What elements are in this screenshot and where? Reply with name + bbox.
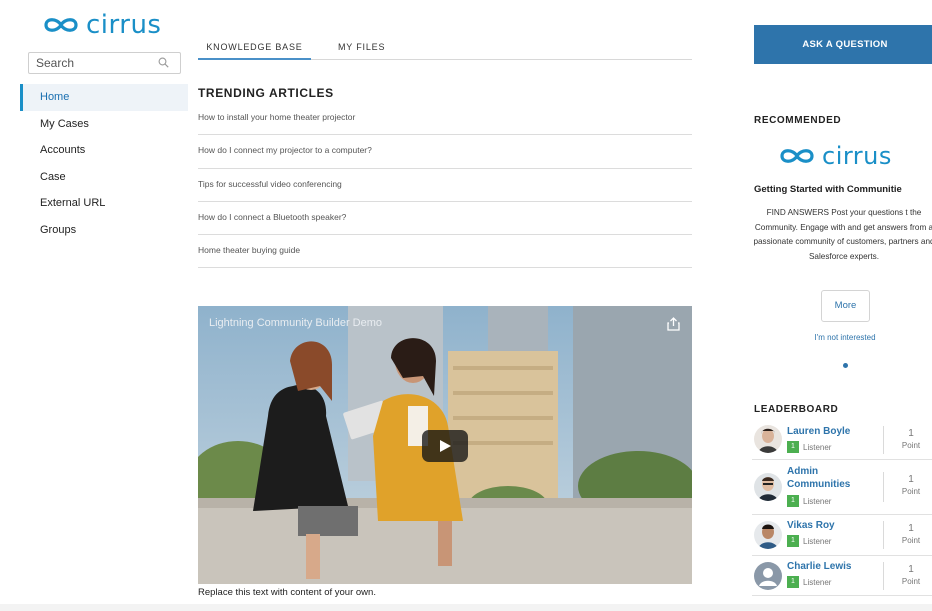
play-button[interactable] — [422, 430, 468, 462]
rank-label: Listener — [803, 496, 832, 506]
sidebar-nav: Home My Cases Accounts Case External URL… — [20, 84, 188, 244]
rank-level: 1 — [787, 535, 799, 547]
points: 1 Point — [888, 428, 932, 451]
article-link[interactable]: Home theater buying guide — [198, 235, 692, 269]
rank-level: 1 — [787, 576, 799, 588]
leaderboard-entry: Admin Communities 1 Listener 1 Point — [752, 460, 932, 515]
leaderboard-entry: Charlie Lewis 1 Listener 1 Point — [752, 556, 932, 596]
article-link[interactable]: Tips for successful video conferencing — [198, 169, 692, 202]
play-icon — [440, 440, 451, 452]
divider — [883, 562, 884, 590]
carousel-dot[interactable] — [843, 363, 848, 368]
avatar[interactable] — [754, 473, 782, 501]
points-value: 1 — [908, 564, 914, 575]
trending-articles-list: How to install your home theater project… — [198, 102, 692, 269]
sidebar-item-my-cases[interactable]: My Cases — [20, 111, 188, 138]
video-player[interactable]: Lightning Community Builder Demo — [198, 306, 692, 584]
leaderboard-entry: Vikas Roy 1 Listener 1 Point — [752, 515, 932, 556]
points-label: Point — [901, 536, 921, 545]
tab-knowledge-base[interactable]: KNOWLEDGE BASE — [198, 36, 311, 60]
sidebar-item-case[interactable]: Case — [20, 164, 188, 191]
points: 1 Point — [888, 564, 932, 587]
page-footer-strip — [0, 604, 932, 611]
not-interested-link[interactable]: I'm not interested — [754, 333, 932, 342]
logo-text: cirrus — [86, 10, 162, 40]
leaderboard-title: LEADERBOARD — [754, 404, 839, 415]
points-label: Point — [901, 487, 921, 496]
rank-label: Listener — [803, 536, 832, 546]
recommended-title: RECOMMENDED — [754, 115, 842, 126]
search-icon[interactable] — [158, 57, 169, 68]
article-link[interactable]: How to install your home theater project… — [198, 102, 692, 136]
sidebar-item-external-url[interactable]: External URL — [20, 190, 188, 217]
sidebar-item-groups[interactable]: Groups — [20, 217, 188, 244]
video-caption: Replace this text with content of your o… — [198, 587, 376, 598]
points: 1 Point — [888, 474, 932, 497]
rank-label: Listener — [803, 442, 832, 452]
divider — [883, 426, 884, 454]
leaderboard-user-name[interactable]: Lauren Boyle — [787, 425, 875, 438]
rank-level: 1 — [787, 441, 799, 453]
avatar[interactable] — [754, 521, 782, 549]
recommended-body: FIND ANSWERS Post your questions t the C… — [753, 208, 932, 261]
search-box[interactable] — [28, 52, 181, 74]
leaderboard-list: Lauren Boyle 1 Listener 1 Point Admin Co… — [752, 420, 932, 596]
avatar[interactable] — [754, 425, 782, 453]
leaderboard-user-name[interactable]: Charlie Lewis — [787, 560, 875, 573]
divider — [883, 472, 884, 502]
points-value: 1 — [908, 523, 914, 534]
points-label: Point — [901, 577, 921, 586]
points-label: Point — [901, 441, 921, 450]
trending-articles-title: TRENDING ARTICLES — [198, 86, 334, 100]
sidebar-item-accounts[interactable]: Accounts — [20, 137, 188, 164]
content-tabs: KNOWLEDGE BASE MY FILES — [198, 36, 692, 60]
divider — [883, 521, 884, 549]
search-input[interactable] — [29, 53, 149, 73]
rank-badge: 1 Listener — [787, 535, 831, 547]
cirrus-logo-icon — [44, 18, 78, 32]
recommended-heading: Getting Started with Communitie — [754, 184, 902, 195]
article-link[interactable]: How do I connect a Bluetooth speaker? — [198, 202, 692, 236]
default-user-icon — [759, 568, 777, 586]
recommended-logo-text: cirrus — [822, 142, 892, 170]
rank-level: 1 — [787, 495, 799, 507]
share-icon[interactable] — [667, 317, 680, 331]
rank-badge: 1 Listener — [787, 576, 831, 588]
avatar[interactable] — [754, 562, 782, 590]
cirrus-logo[interactable]: cirrus — [42, 10, 161, 40]
leaderboard-user-name[interactable]: Admin Communities — [787, 465, 875, 491]
points-value: 1 — [908, 474, 914, 485]
leaderboard-user-name[interactable]: Vikas Roy — [787, 519, 875, 532]
tab-my-files[interactable]: MY FILES — [338, 36, 385, 60]
points-value: 1 — [908, 428, 914, 439]
article-link[interactable]: How do I connect my projector to a compu… — [198, 135, 692, 169]
points: 1 Point — [888, 523, 932, 546]
more-button[interactable]: More — [821, 290, 870, 322]
ask-question-button[interactable]: ASK A QUESTION — [754, 25, 932, 64]
sidebar-item-home[interactable]: Home — [20, 84, 188, 111]
video-title: Lightning Community Builder Demo — [209, 317, 383, 329]
leaderboard-entry: Lauren Boyle 1 Listener 1 Point — [752, 420, 932, 460]
rank-badge: 1 Listener — [787, 495, 831, 507]
cirrus-logo-icon — [780, 149, 814, 163]
rank-label: Listener — [803, 577, 832, 587]
rank-badge: 1 Listener — [787, 441, 831, 453]
recommended-logo: cirrus — [778, 141, 892, 171]
